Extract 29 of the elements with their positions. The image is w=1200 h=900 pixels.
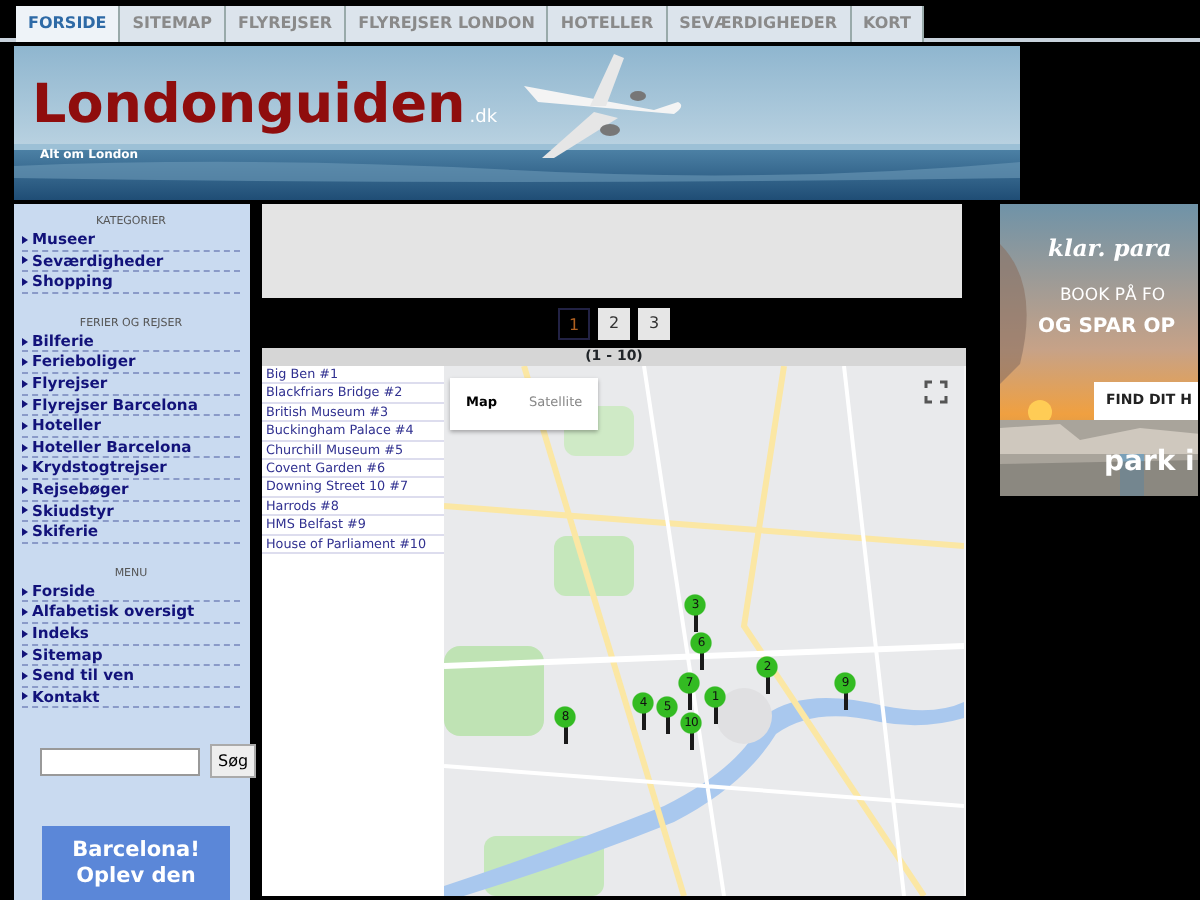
arrow-icon — [22, 650, 28, 659]
nav-tab[interactable]: FORSIDE — [16, 6, 121, 42]
search-field[interactable] — [40, 747, 200, 776]
arrow-icon — [22, 379, 28, 388]
site-title[interactable]: Londonguiden — [32, 74, 466, 138]
arrow-icon — [22, 337, 28, 346]
arrow-icon — [22, 671, 28, 680]
arrow-icon — [22, 506, 28, 515]
arrow-icon — [22, 587, 28, 596]
arrow-icon — [22, 358, 28, 367]
search-button[interactable]: Søg — [210, 744, 257, 779]
arrow-icon — [22, 400, 28, 409]
page-button[interactable]: 1 — [558, 308, 590, 340]
promo-banner[interactable]: Barcelona! Oplev den — [42, 826, 230, 900]
arrow-icon — [22, 443, 28, 452]
arrow-icon — [22, 235, 28, 244]
page-button[interactable]: 2 — [598, 308, 630, 340]
page-button[interactable]: 3 — [638, 308, 670, 340]
arrow-icon — [22, 421, 28, 430]
arrow-icon — [22, 608, 28, 617]
arrow-icon — [22, 277, 28, 286]
arrow-icon — [22, 692, 28, 701]
domain-suffix: .dk — [469, 106, 498, 132]
arrow-icon — [22, 485, 28, 494]
arrow-icon — [22, 256, 28, 265]
arrow-icon — [22, 629, 28, 638]
arrow-icon — [22, 527, 28, 536]
arrow-icon — [22, 464, 28, 473]
fullscreen-icon[interactable] — [924, 380, 948, 404]
